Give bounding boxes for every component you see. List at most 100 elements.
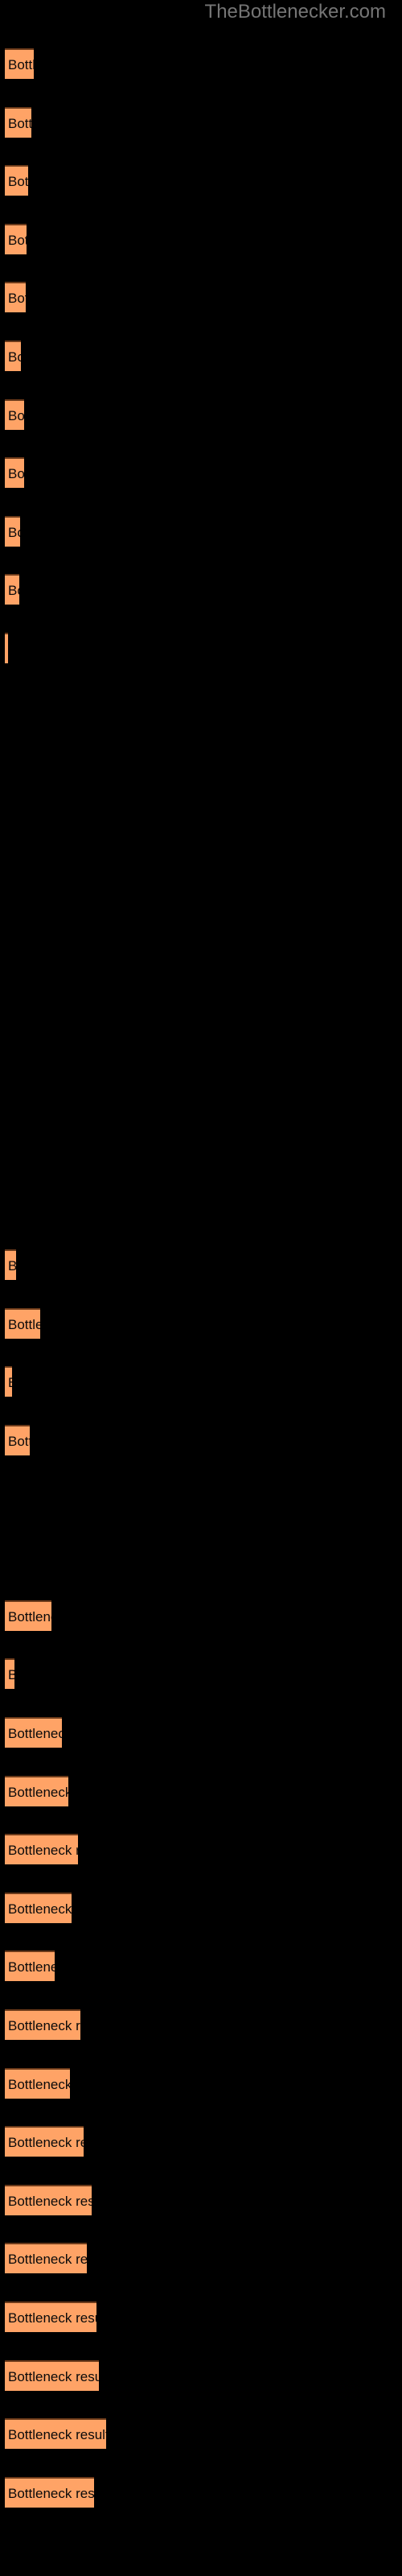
- bar-row: Bottleneck result: [0, 2243, 402, 2273]
- bar[interactable]: Bottleneck result: [5, 1893, 72, 1923]
- bar[interactable]: Bottleneck result: [5, 1951, 55, 1981]
- bar-chart: TheBottlenecker.com Bottleneck result Bot…: [0, 0, 402, 2576]
- bar-label: Bottleneck result: [8, 2018, 80, 2033]
- bar-label: Bottleneck result: [8, 174, 28, 189]
- bar-row: Bottleneck result: [0, 2301, 402, 2332]
- bar-row: [0, 866, 402, 897]
- bar-row: [0, 691, 402, 722]
- bar-row: Bottleneck result: [0, 399, 402, 430]
- bar-row: Bottleneck result: [0, 516, 402, 547]
- bar-label: Bottleneck result: [8, 1843, 78, 1858]
- bar-row: [0, 984, 402, 1014]
- bar-label: Bottleneck result: [8, 466, 24, 481]
- bar-row: [0, 1484, 402, 1514]
- bar-label: Bottleneck result: [8, 1251, 16, 1280]
- bar-label: Bottleneck result: [8, 233, 27, 248]
- bar-label: Bottleneck result: [8, 349, 21, 365]
- bar[interactable]: Bottleneck result: [5, 1366, 12, 1397]
- bar[interactable]: Bottleneck result: [5, 1658, 14, 1689]
- bar-label: Bottleneck result: [8, 2369, 99, 2384]
- bar-row: Bottleneck result: [0, 1658, 402, 1689]
- bar-row: Bottleneck result: [0, 1308, 402, 1339]
- bar-label: Bottleneck result: [8, 1317, 40, 1332]
- bar-label: Bottleneck result: [8, 2486, 94, 2501]
- bar-label: Bottleneck result: [8, 57, 34, 72]
- bar[interactable]: Bottleneck result: [5, 2418, 106, 2449]
- bar-row: Bottleneck result: [0, 2477, 402, 2508]
- bar[interactable]: Bottleneck result: [5, 2477, 94, 2508]
- bar-row: Bottleneck result: [0, 341, 402, 371]
- bar[interactable]: Bottleneck result: [5, 1600, 51, 1631]
- bar-row: Bottleneck result: [0, 1834, 402, 1864]
- bar-label: Bottleneck result: [8, 1660, 14, 1689]
- bar-label: Bottleneck result: [8, 1959, 55, 1975]
- bar[interactable]: Bottleneck result: [5, 2068, 70, 2099]
- bar-label: Bottleneck result: [8, 1368, 12, 1397]
- bar-row: Bottleneck result: [0, 2009, 402, 2040]
- bar-row: Bottleneck result: [0, 2126, 402, 2157]
- bar[interactable]: Bottleneck result: [5, 399, 24, 430]
- bar[interactable]: Bottleneck result: [5, 633, 8, 663]
- bar-label: Bottleneck result: [8, 2135, 84, 2150]
- bar-row: Bottleneck result: [0, 165, 402, 196]
- bar-row: [0, 808, 402, 839]
- bar-row: Bottleneck result: [0, 1600, 402, 1631]
- bar-row: [0, 1542, 402, 1572]
- bar-label: Bottleneck result: [8, 583, 19, 598]
- bar-row: [0, 1100, 402, 1131]
- bar-row: [0, 749, 402, 780]
- bar[interactable]: Bottleneck result: [5, 1308, 40, 1339]
- bar-row: [0, 925, 402, 956]
- bar-label: Bottleneck result: [8, 2252, 87, 2267]
- bar[interactable]: Bottleneck result: [5, 224, 27, 254]
- bar[interactable]: Bottleneck result: [5, 107, 31, 138]
- bar-label: Bottleneck result: [8, 2194, 92, 2209]
- bar[interactable]: Bottleneck result: [5, 1425, 30, 1455]
- bar[interactable]: Bottleneck result: [5, 457, 24, 488]
- bar[interactable]: Bottleneck result: [5, 2301, 96, 2332]
- bar[interactable]: Bottleneck result: [5, 48, 34, 79]
- bar-row: Bottleneck result: [0, 1249, 402, 1280]
- bar-row: [0, 1158, 402, 1189]
- bar-row: Bottleneck result: [0, 574, 402, 605]
- bar[interactable]: Bottleneck result: [5, 2360, 99, 2391]
- bar-row: Bottleneck result: [0, 1951, 402, 1981]
- bar-label: Bottleneck result: [8, 1434, 30, 1449]
- bar-row: Bottleneck result: [0, 282, 402, 312]
- bar-label: Bottleneck result: [8, 2310, 96, 2326]
- bar-row: Bottleneck result: [0, 224, 402, 254]
- bar[interactable]: Bottleneck result: [5, 2126, 84, 2157]
- bar-row: Bottleneck result: [0, 1366, 402, 1397]
- bar-label: Bottleneck result: [8, 1609, 51, 1624]
- bar-row: Bottleneck result: [0, 457, 402, 488]
- bar-row: Bottleneck result: [0, 2418, 402, 2449]
- bar-label: Bottleneck result: [8, 2077, 70, 2092]
- bar-row: [0, 1042, 402, 1072]
- bar[interactable]: Bottleneck result: [5, 1834, 78, 1864]
- bar-row: Bottleneck result: [0, 2360, 402, 2391]
- bar[interactable]: Bottleneck result: [5, 2185, 92, 2215]
- bar-row: Bottleneck result: [0, 1776, 402, 1806]
- bar[interactable]: Bottleneck result: [5, 1717, 62, 1748]
- bar-row: Bottleneck result: [0, 1893, 402, 1923]
- bar-row: Bottleneck result: [0, 1425, 402, 1455]
- bar[interactable]: Bottleneck result: [5, 282, 26, 312]
- bar-row: Bottleneck result: [0, 1717, 402, 1748]
- bar[interactable]: Bottleneck result: [5, 574, 19, 605]
- bar-label: Bottleneck result: [8, 291, 26, 306]
- bar[interactable]: Bottleneck result: [5, 1776, 68, 1806]
- bar[interactable]: Bottleneck result: [5, 2243, 87, 2273]
- bar-label: Bottleneck result: [8, 2427, 106, 2442]
- bar-row: Bottleneck result: [0, 48, 402, 79]
- bar-label: Bottleneck result: [8, 1901, 72, 1917]
- bar[interactable]: Bottleneck result: [5, 1249, 16, 1280]
- bar-row: Bottleneck result: [0, 633, 402, 663]
- bar[interactable]: Bottleneck result: [5, 165, 28, 196]
- bar[interactable]: Bottleneck result: [5, 341, 21, 371]
- bar[interactable]: Bottleneck result: [5, 516, 20, 547]
- bar-row: Bottleneck result: [0, 2185, 402, 2215]
- bar-label: Bottleneck result: [8, 1726, 62, 1741]
- bar-label: Bottleneck result: [8, 408, 24, 423]
- bar[interactable]: Bottleneck result: [5, 2009, 80, 2040]
- bar-label: Bottleneck result: [8, 1785, 68, 1800]
